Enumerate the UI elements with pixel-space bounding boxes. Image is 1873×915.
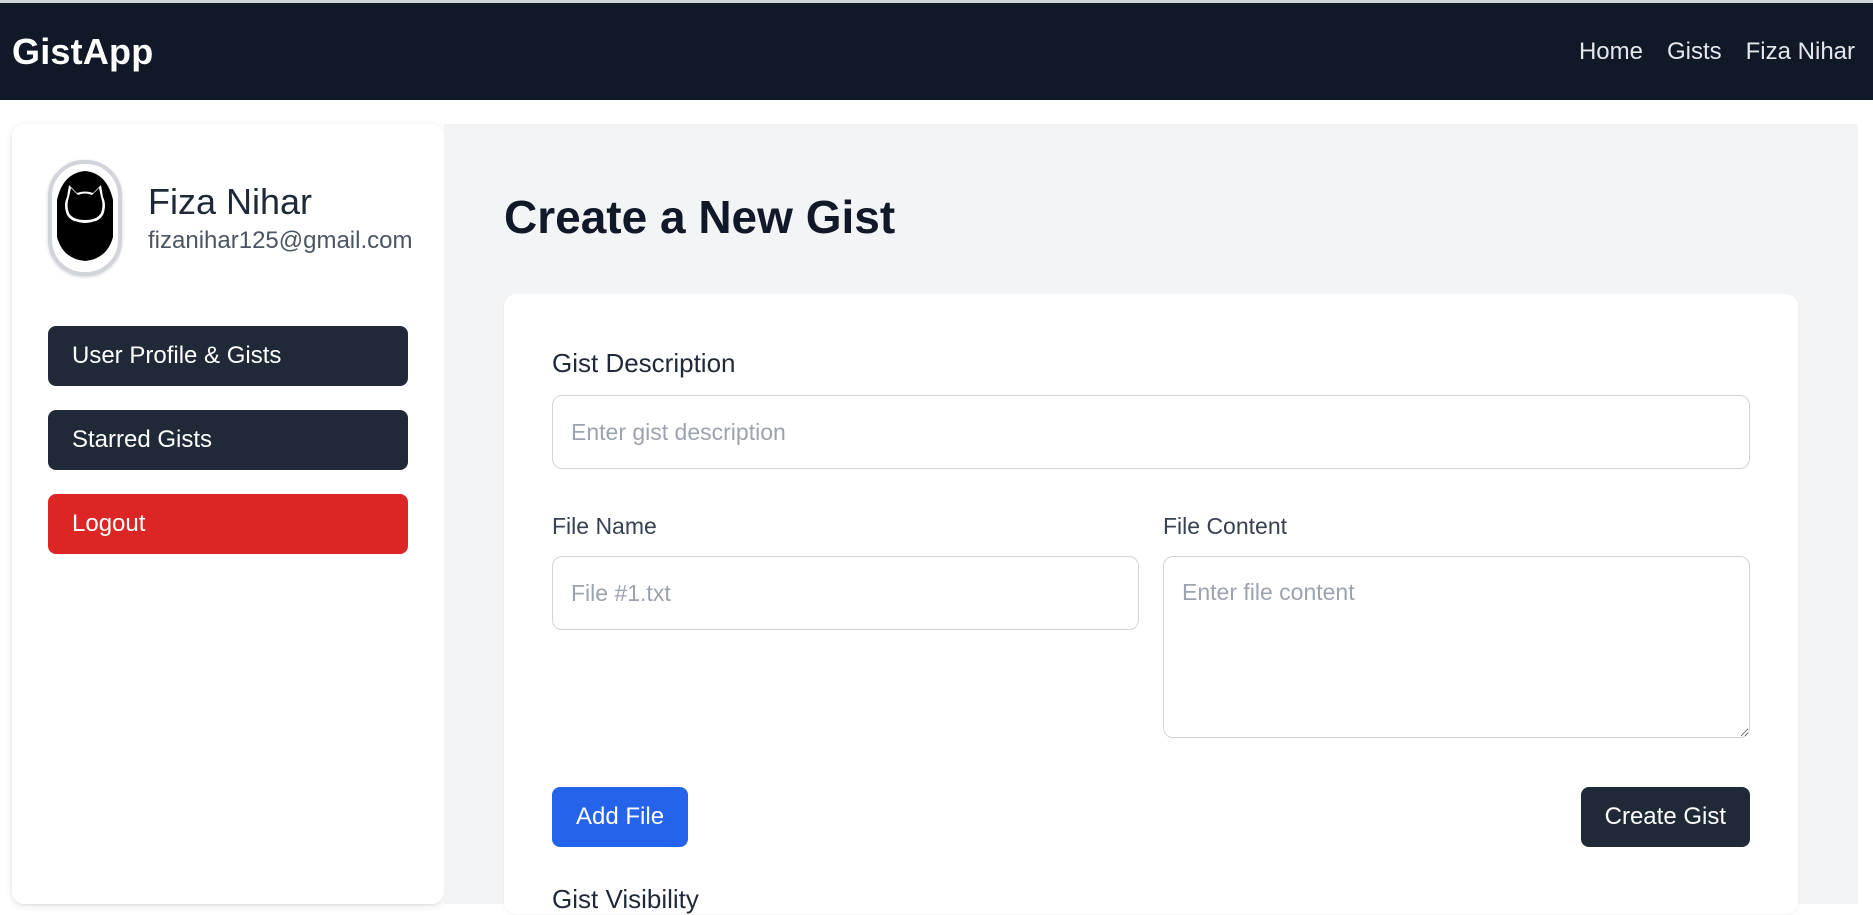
user-profile-summary: Fiza Nihar fizanihar125@gmail.com — [48, 160, 412, 276]
nav-links: Home Gists Fiza Nihar — [1579, 38, 1861, 66]
create-gist-button[interactable]: Create Gist — [1580, 787, 1750, 847]
sidebar: Fiza Nihar fizanihar125@gmail.com User P… — [12, 124, 444, 904]
user-email: fizanihar125@gmail.com — [148, 227, 413, 254]
file-content-label: File Content — [1163, 513, 1288, 539]
gist-description-label: Gist Description — [552, 348, 736, 378]
gist-visibility-label: Gist Visibility — [552, 884, 699, 914]
file-name-input[interactable] — [552, 556, 1139, 630]
file-name-column: File Name — [552, 513, 1139, 743]
nav-home-link[interactable]: Home — [1579, 38, 1643, 66]
file-content-column: File Content — [1163, 513, 1750, 743]
starred-gists-button[interactable]: Starred Gists — [48, 410, 408, 470]
brand-logo[interactable]: GistApp — [12, 31, 153, 73]
top-navbar: GistApp Home Gists Fiza Nihar — [0, 0, 1873, 100]
file-content-textarea[interactable] — [1163, 556, 1750, 738]
github-octocat-icon — [53, 165, 117, 271]
user-profile-gists-button[interactable]: User Profile & Gists — [48, 326, 408, 386]
logout-button[interactable]: Logout — [48, 494, 408, 554]
nav-gists-link[interactable]: Gists — [1667, 38, 1722, 66]
page-title: Create a New Gist — [504, 191, 896, 243]
form-actions: Add File Create Gist — [552, 787, 1750, 847]
nav-user-link[interactable]: Fiza Nihar — [1746, 38, 1855, 66]
file-name-label: File Name — [552, 513, 657, 539]
main-content: Create a New Gist Gist Description File … — [444, 124, 1858, 914]
add-file-button[interactable]: Add File — [552, 787, 689, 847]
file-row: File Name File Content — [552, 513, 1750, 743]
user-name: Fiza Nihar — [148, 181, 313, 222]
avatar — [48, 160, 122, 276]
create-gist-form: Gist Description File Name File Content … — [504, 294, 1798, 914]
gist-description-input[interactable] — [552, 395, 1750, 469]
